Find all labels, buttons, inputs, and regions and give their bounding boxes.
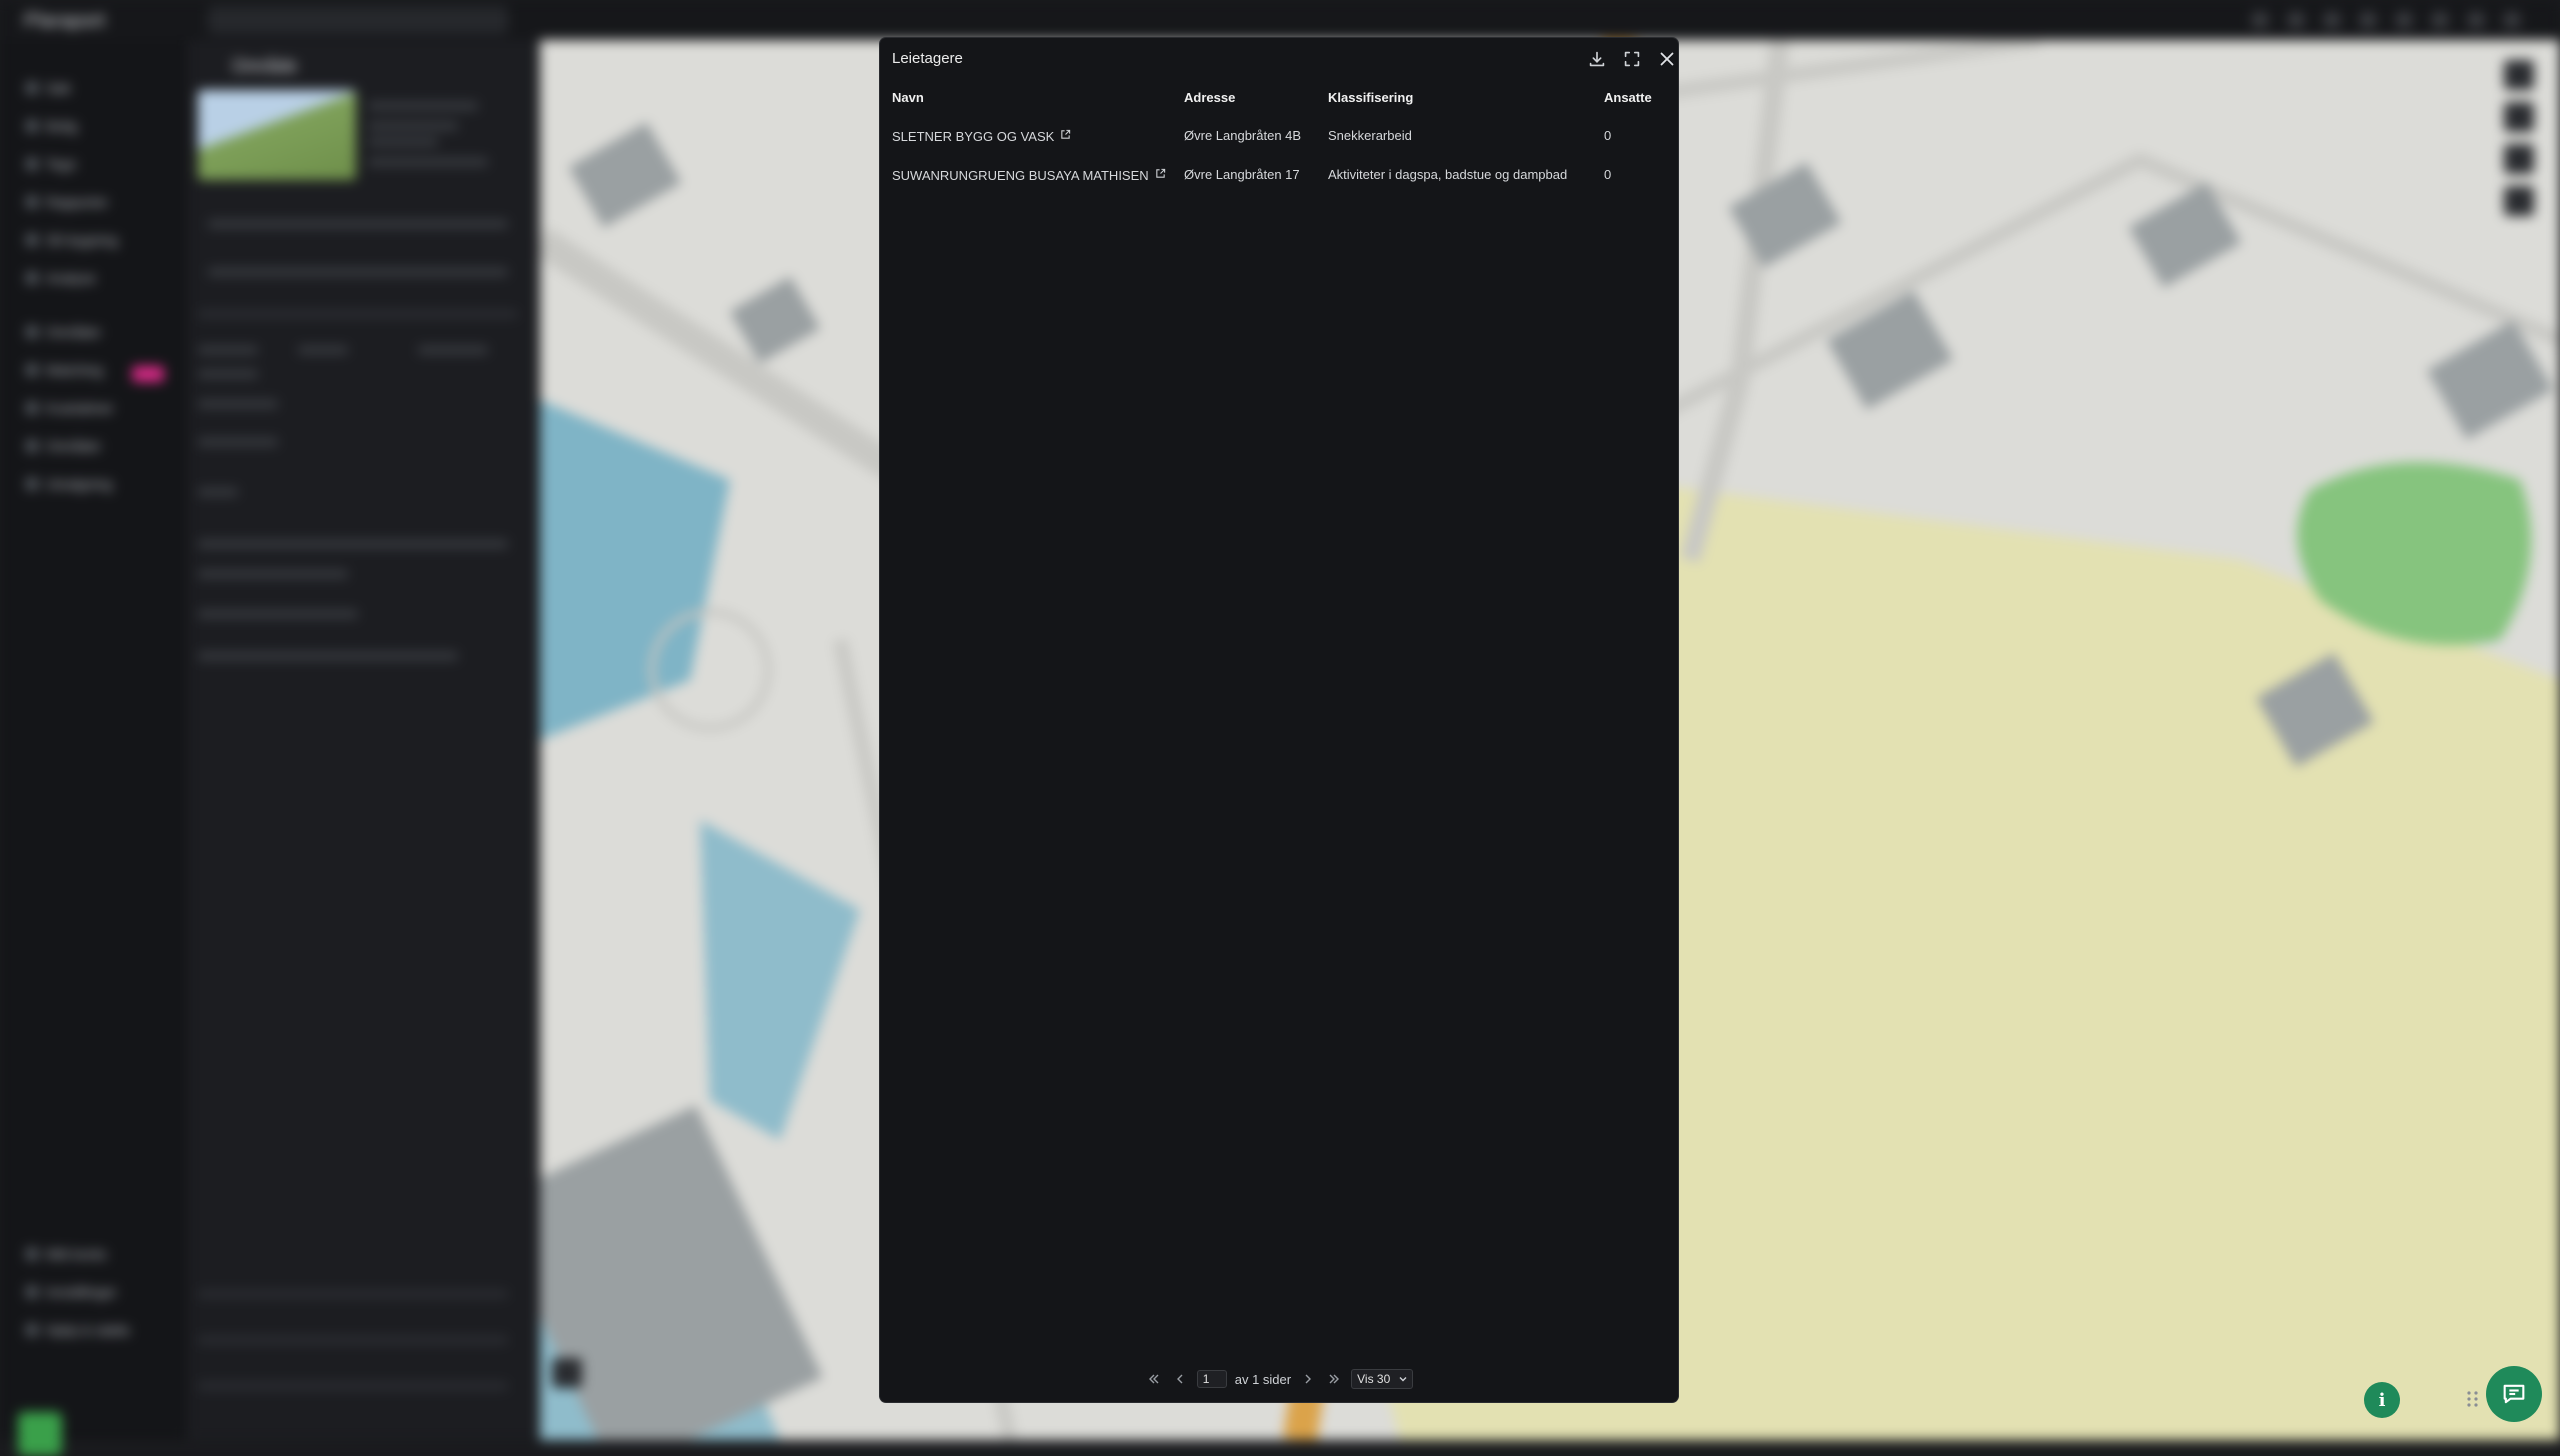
table-row: SUWANRUNGRUENG BUSAYA MATHISEN Øvre Lang…	[892, 155, 1668, 194]
info-button[interactable]: i	[2364, 1382, 2400, 1418]
page-size-select[interactable]: Vis 30	[1351, 1369, 1414, 1389]
page-count-label: av 1 sider	[1234, 1371, 1292, 1387]
brand-logo: Plaraport	[24, 10, 106, 32]
nav-item: Områder	[25, 324, 101, 340]
left-navigation: Søk Bolig Tegn Rapporter 3D-bygning Anal…	[0, 40, 186, 1456]
nav-item: Tegn	[25, 156, 76, 172]
column-header-classification[interactable]: Klassifisering	[1328, 88, 1604, 116]
global-search	[208, 6, 508, 34]
external-link-icon[interactable]	[1155, 167, 1166, 178]
column-header-address[interactable]: Adresse	[1184, 88, 1328, 116]
page-size-label: Vis 30	[1357, 1372, 1391, 1386]
table-header-row: Navn Adresse Klassifisering Ansatte	[892, 88, 1668, 116]
chat-icon	[2503, 1384, 2525, 1404]
nav-item: Kvartalmer	[26, 400, 114, 416]
tenants-table: Navn Adresse Klassifisering Ansatte SLET…	[892, 88, 1668, 194]
tenant-name-link[interactable]: SLETNER BYGG OG VASK	[892, 129, 1054, 144]
nav-item: Matching	[26, 362, 103, 378]
column-header-employees[interactable]: Ansatte	[1604, 88, 1668, 116]
nav-item: Innstillinger	[26, 1284, 117, 1300]
property-thumbnail	[198, 90, 356, 180]
tenant-name-cell: SUWANRUNGRUENG BUSAYA MATHISEN	[892, 155, 1184, 194]
close-icon[interactable]	[1656, 48, 1678, 70]
modal-title: Leietagere	[892, 50, 963, 67]
external-link-icon[interactable]	[1060, 128, 1071, 139]
nav-item: 3D-bygning	[26, 232, 118, 248]
nav-item: Analyse	[26, 270, 96, 286]
nav-item: Hjelp & støtte	[25, 1322, 130, 1338]
tenant-employees-cell: 0	[1604, 128, 1612, 143]
tenants-modal: Leietagere Navn Adresse Klassifisering A…	[880, 38, 1678, 1402]
chevron-down-icon	[1399, 1377, 1407, 1382]
page-number-input[interactable]	[1196, 1370, 1227, 1388]
nav-item: Utvalgning	[25, 476, 112, 492]
topbar-icons	[2252, 12, 2520, 28]
tenant-address-cell: Øvre Langbråten 4B	[1184, 128, 1302, 143]
user-avatar	[18, 1412, 62, 1456]
panel-title: Område	[232, 56, 298, 76]
tenant-name-link[interactable]: SUWANRUNGRUENG BUSAYA MATHISEN	[892, 168, 1149, 183]
top-bar: Plaraport	[0, 0, 2560, 40]
nav-item: Søk	[26, 80, 71, 96]
drag-handle-icon[interactable]	[2466, 1388, 2480, 1410]
previous-page-icon[interactable]	[1171, 1370, 1189, 1388]
tenant-classification-cell: Aktiviteter i dagspa, badstue og dampbad	[1328, 167, 1568, 182]
download-icon[interactable]	[1586, 48, 1608, 70]
property-panel: Område	[188, 40, 540, 1440]
column-header-name[interactable]: Navn	[892, 88, 1184, 116]
first-page-icon[interactable]	[1145, 1370, 1163, 1388]
nav-item: Bolig	[25, 118, 77, 134]
tenant-employees-cell: 0	[1604, 167, 1612, 182]
chat-button[interactable]	[2486, 1366, 2542, 1422]
nav-item: Rapporter	[25, 194, 108, 210]
last-page-icon[interactable]	[1325, 1370, 1343, 1388]
tenant-name-cell: SLETNER BYGG OG VASK	[892, 116, 1184, 155]
info-icon: i	[2378, 1389, 2386, 1411]
nav-item: Områder	[25, 438, 101, 454]
tenant-classification-cell: Snekkerarbeid	[1328, 128, 1412, 143]
next-page-icon[interactable]	[1299, 1370, 1317, 1388]
expand-icon[interactable]	[1621, 48, 1643, 70]
new-badge	[132, 366, 164, 382]
table-row: SLETNER BYGG OG VASK Øvre Langbråten 4B …	[892, 116, 1668, 155]
pagination: av 1 sider Vis 30	[880, 1368, 1678, 1390]
tenant-address-cell: Øvre Langbråten 17	[1184, 167, 1300, 182]
nav-item: Mitt konto	[26, 1246, 107, 1262]
